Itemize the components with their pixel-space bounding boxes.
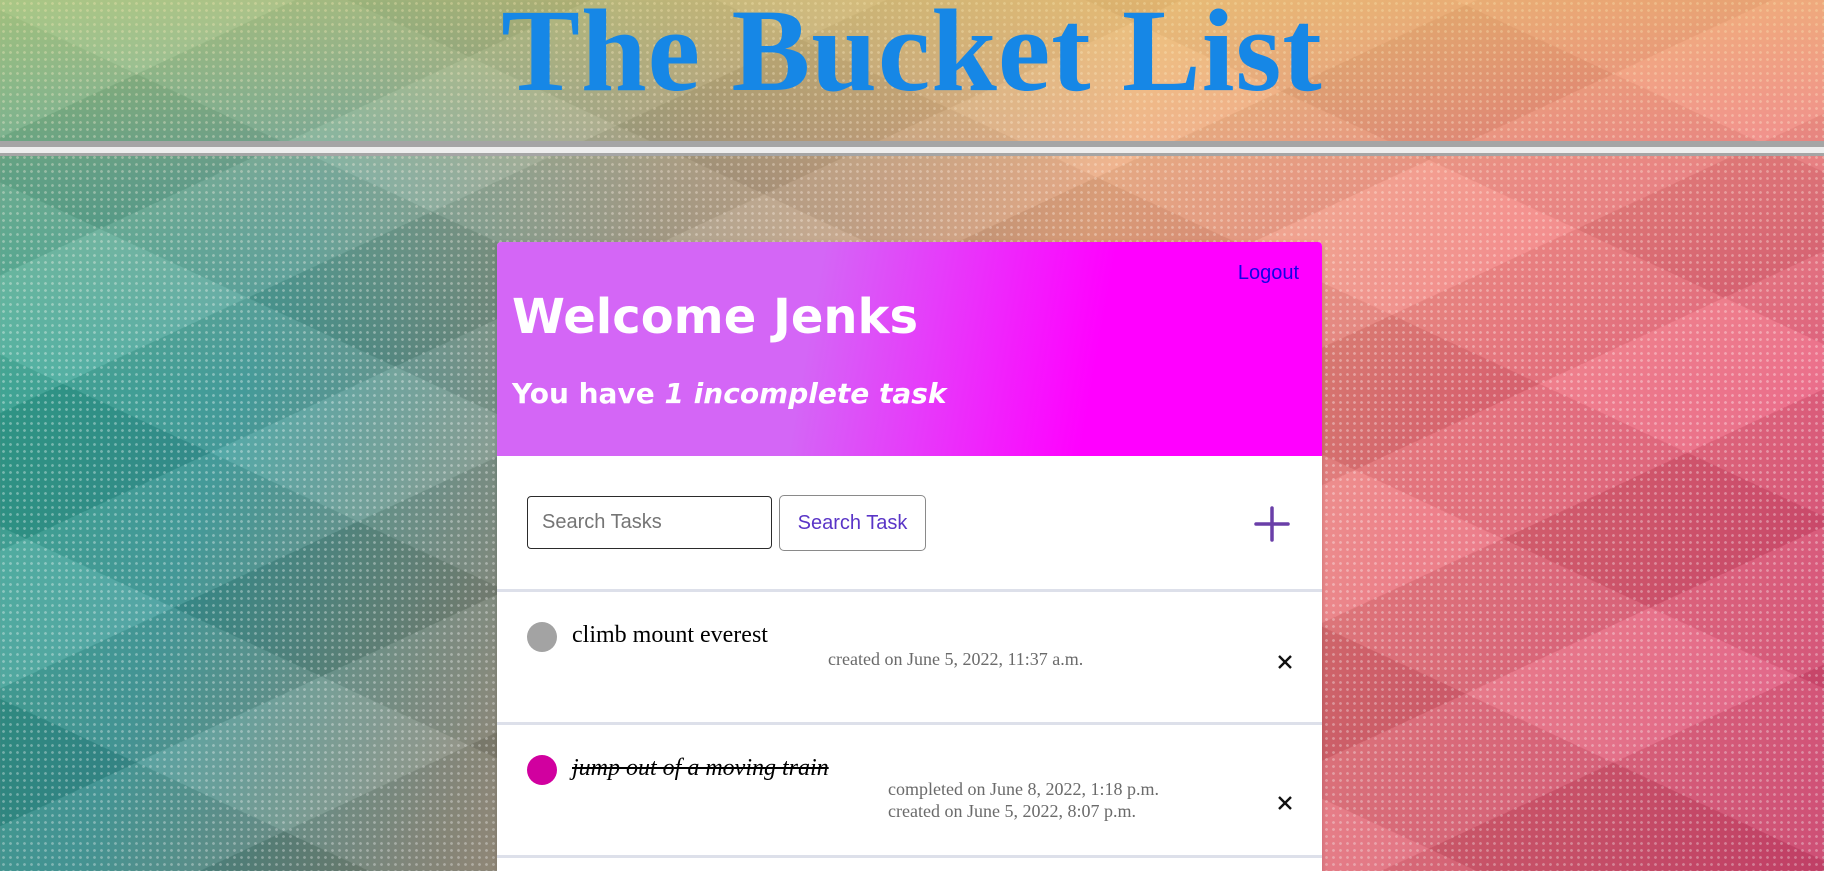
search-bar: Search Task xyxy=(497,456,1322,592)
card-header: Logout Welcome Jenks You have 1 incomple… xyxy=(497,242,1322,456)
welcome-heading: Welcome Jenks xyxy=(512,289,919,345)
delete-task-button[interactable] xyxy=(1273,791,1297,815)
site-title: The Bucket List xyxy=(501,0,1323,116)
logout-link[interactable]: Logout xyxy=(1238,262,1299,285)
task-row: jump out of a moving train completed on … xyxy=(497,725,1322,858)
task-title[interactable]: climb mount everest xyxy=(572,622,768,649)
task-title[interactable]: jump out of a moving train xyxy=(572,755,829,782)
add-task-button[interactable] xyxy=(1252,504,1292,544)
task-row: climb mount everest created on June 5, 2… xyxy=(497,592,1322,725)
task-timestamps: created on June 5, 2022, 11:37 a.m. xyxy=(828,648,1083,670)
incomplete-count: 1 incomplete task xyxy=(664,377,947,410)
search-button[interactable]: Search Task xyxy=(779,495,926,551)
task-created-on: created on June 5, 2022, 11:37 a.m. xyxy=(828,649,1084,669)
task-summary-prefix: You have xyxy=(512,377,665,410)
task-created-on: created on June 5, 2022, 8:07 p.m. xyxy=(888,801,1136,821)
task-status-toggle[interactable] xyxy=(527,622,557,652)
task-summary: You have 1 incomplete task xyxy=(512,377,947,410)
site-header: The Bucket List xyxy=(0,0,1824,141)
task-timestamps: completed on June 8, 2022, 1:18 p.m. cre… xyxy=(888,778,1159,822)
task-card: Logout Welcome Jenks You have 1 incomple… xyxy=(497,242,1322,871)
close-icon xyxy=(1278,796,1292,810)
task-completed-on: completed on June 8, 2022, 1:18 p.m. xyxy=(888,779,1159,799)
header-divider-lower xyxy=(0,153,1824,156)
plus-icon xyxy=(1254,506,1290,542)
delete-task-button[interactable] xyxy=(1273,650,1297,674)
task-status-toggle[interactable] xyxy=(527,755,557,785)
search-input[interactable] xyxy=(527,496,772,549)
close-icon xyxy=(1278,655,1292,669)
